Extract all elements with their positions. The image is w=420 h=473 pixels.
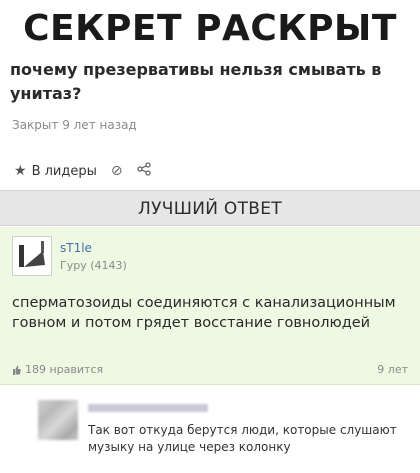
to-leaders-button[interactable]: ★ В лидеры	[14, 163, 97, 179]
block-icon[interactable]: ⊘	[111, 163, 123, 179]
comment-name-blurred	[88, 404, 208, 412]
likes-count: 189 нравится	[25, 363, 104, 376]
share-icon[interactable]	[136, 162, 151, 180]
best-answer: sT1le Гуру (4143) сперматозоиды соединяю…	[0, 227, 420, 385]
star-icon: ★	[14, 163, 27, 179]
best-answer-header: ЛУЧШИЙ ОТВЕТ	[0, 190, 420, 226]
avatar[interactable]	[12, 236, 52, 276]
question-text: почему презервативы нельзя смывать в уни…	[10, 60, 382, 103]
comment-text: Так вот откуда берутся люди, которые слу…	[88, 423, 397, 454]
answer-age: 9 лет	[377, 363, 408, 376]
answer-rank: Гуру (4143)	[60, 259, 127, 272]
comment-avatar-blurred	[38, 400, 78, 440]
meme-title: СЕКРЕТ РАСКРЫТ	[23, 8, 397, 49]
closed-status: Закрыт 9 лет назад	[12, 118, 137, 132]
answer-username[interactable]: sT1le	[60, 241, 92, 255]
answer-text: сперматозоиды соединяются с канализацион…	[12, 295, 396, 331]
likes-button[interactable]: 189 нравится	[12, 363, 103, 376]
to-leaders-label: В лидеры	[31, 163, 97, 179]
question-actions: ★ В лидеры ⊘	[14, 159, 151, 183]
thumb-up-icon	[13, 365, 21, 375]
comment: Так вот откуда берутся люди, которые слу…	[0, 386, 420, 473]
